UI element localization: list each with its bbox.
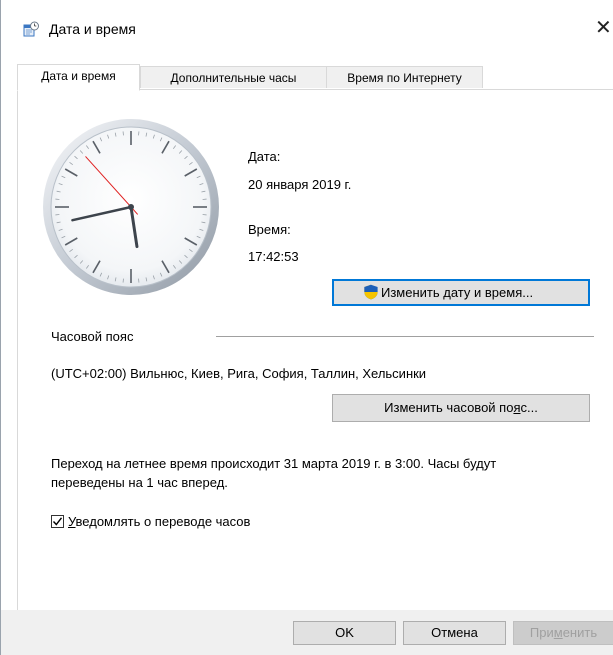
checkmark-icon (52, 517, 63, 526)
date-value: 20 января 2019 г. (248, 177, 352, 192)
apply-button[interactable]: Применить (513, 621, 613, 645)
tab-date-and-time[interactable]: Дата и время (17, 64, 140, 91)
title-bar[interactable]: Дата и время ✕ (1, 0, 613, 56)
change-date-time-button-label: Изменить дату и время... (381, 285, 534, 300)
change-date-time-button[interactable]: Изменить дату и время... (332, 279, 590, 306)
cancel-button[interactable]: Отмена (403, 621, 506, 645)
change-timezone-button[interactable]: Изменить часовой пояс... (332, 394, 590, 422)
dialog-footer: OK Отмена Применить (1, 610, 613, 655)
date-time-control-panel-icon (23, 21, 39, 37)
timezone-value: (UTC+02:00) Вильнюс, Киев, Рига, София, … (51, 366, 427, 381)
date-time-dialog: Дата и время ✕ Дата и время Дополнительн… (0, 0, 613, 655)
uac-shield-icon (364, 284, 378, 300)
date-label: Дата: (248, 149, 281, 164)
notify-checkbox[interactable] (51, 515, 64, 528)
window-title: Дата и время (49, 21, 136, 37)
clock-center-pin (128, 204, 134, 210)
ok-button[interactable]: OK (293, 621, 396, 645)
tab-additional-clocks[interactable]: Дополнительные часы (140, 66, 327, 88)
dst-info-line2: переведены на 1 час вперед. (51, 475, 228, 490)
dst-info-line1: Переход на летнее время происходит 31 ма… (51, 456, 497, 471)
time-value: 17:42:53 (248, 249, 299, 264)
notify-checkbox-label[interactable]: Уведомлять о переводе часов (68, 514, 250, 529)
time-label: Время: (248, 222, 291, 237)
tab-internet-time[interactable]: Время по Интернету (326, 66, 483, 88)
timezone-section-label: Часовой пояс (51, 329, 134, 344)
analog-clock (43, 119, 219, 295)
close-button[interactable]: ✕ (595, 13, 613, 43)
timezone-separator (216, 336, 594, 337)
